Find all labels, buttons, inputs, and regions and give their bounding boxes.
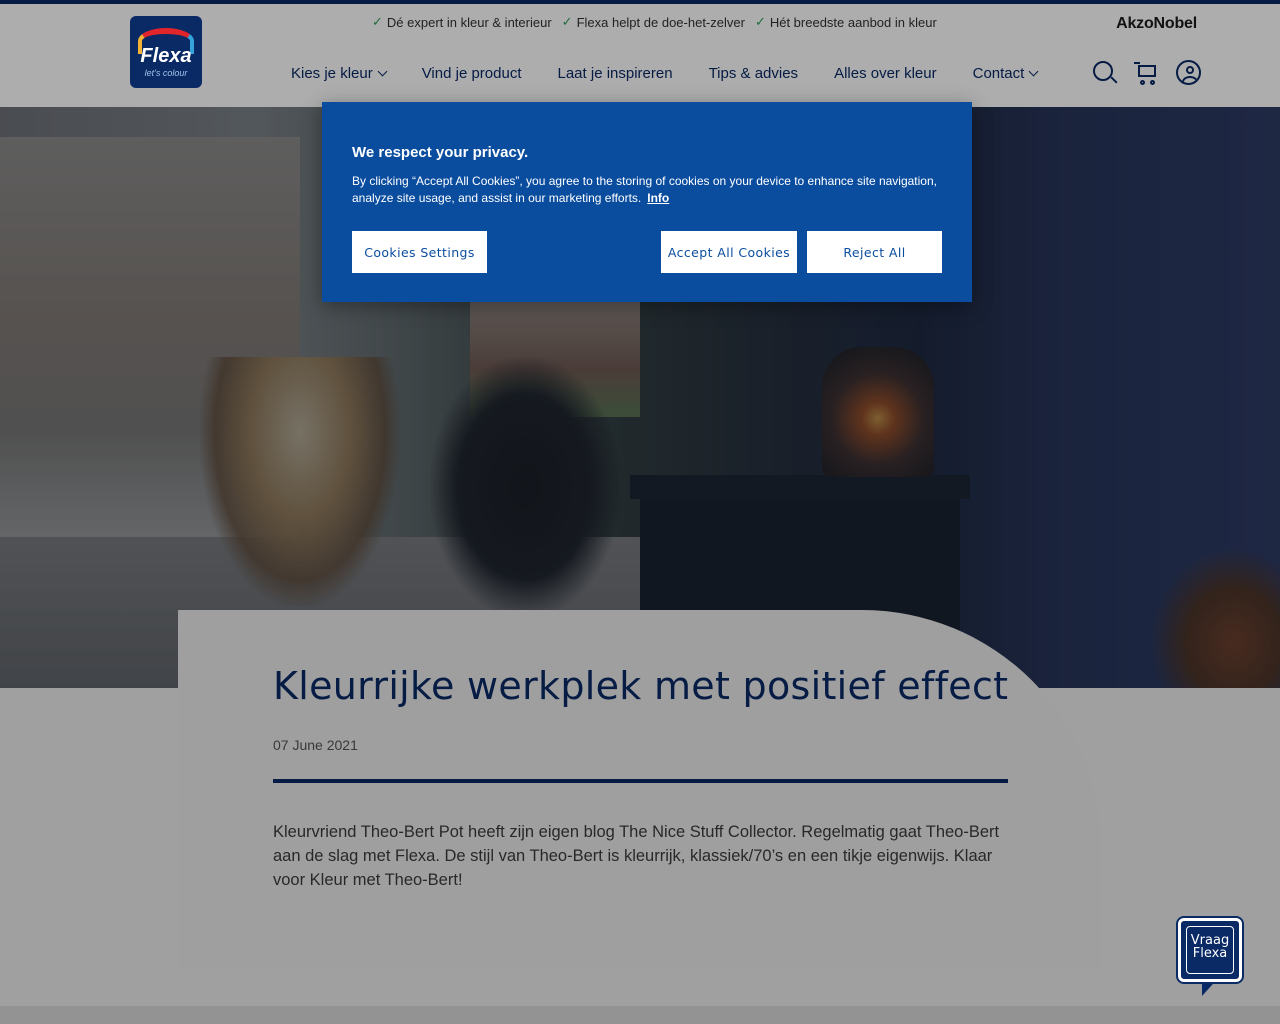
chat-label-line2: Flexa — [1192, 946, 1228, 961]
chevron-down-icon — [377, 66, 388, 77]
check-icon: ✓ — [754, 14, 766, 29]
cookie-consent-dialog: We respect your privacy. By clicking “Ac… — [322, 102, 972, 302]
usp-item: ✓ Hét breedste aanbod in kleur — [755, 14, 937, 30]
usp-item: ✓ Dé expert in kleur & interieur — [372, 14, 552, 30]
flexa-logo[interactable]: Flexa let's colour — [130, 16, 202, 88]
nav-label: Kies je kleur — [291, 65, 373, 82]
nav-label: Tips & advies — [708, 65, 799, 82]
nav-item-laat-je-inspireren[interactable]: Laat je inspireren — [558, 65, 673, 82]
article-title: Kleurrijke werkplek met positief effect — [273, 664, 1009, 708]
page-footer-strip — [0, 1006, 1280, 1024]
nav-label: Vind je product — [421, 65, 522, 82]
usp-text: Hét breedste aanbod in kleur — [769, 14, 937, 30]
article-date: 07 June 2021 — [273, 737, 358, 753]
logo-text: Flexa — [140, 44, 192, 67]
usp-item: ✓ Flexa helpt de doe-het-zelver — [562, 14, 745, 30]
check-icon: ✓ — [372, 14, 383, 29]
main-nav: Kies je kleur Vind je product Laat je in… — [291, 65, 1039, 82]
article-intro: Kleurvriend Theo-Bert Pot heeft zijn eig… — [273, 823, 1000, 889]
usp-list: ✓ Dé expert in kleur & interieur ✓ Flexa h… — [372, 14, 937, 30]
nav-label: Alles over kleur — [834, 65, 937, 82]
chat-label: Vraag Flexa — [1178, 934, 1242, 960]
nav-item-tips-advies[interactable]: Tips & advies — [709, 65, 798, 82]
check-icon: ✓ — [561, 14, 573, 29]
nav-item-kies-je-kleur[interactable]: Kies je kleur — [291, 65, 388, 82]
cart-icon[interactable] — [1134, 60, 1160, 86]
cookie-text: By clicking “Accept All Cookies”, you ag… — [352, 174, 937, 205]
nav-item-alles-over-kleur[interactable]: Alles over kleur — [834, 65, 937, 82]
divider — [273, 779, 1008, 783]
account-icon[interactable] — [1176, 60, 1202, 86]
nav-item-contact[interactable]: Contact — [972, 65, 1039, 82]
chevron-down-icon — [1028, 66, 1039, 77]
nav-label: Laat je inspireren — [557, 65, 673, 82]
usp-text: Dé expert in kleur & interieur — [386, 14, 552, 30]
reject-all-button[interactable]: Reject All — [807, 231, 942, 273]
usp-text: Flexa helpt de doe-het-zelver — [576, 14, 745, 30]
cookie-title: We respect your privacy. — [352, 144, 529, 161]
search-icon[interactable] — [1092, 60, 1118, 86]
vraag-flexa-chat-button[interactable]: Vraag Flexa — [1178, 918, 1242, 1000]
cookies-settings-button[interactable]: Cookies Settings — [352, 231, 487, 273]
cookie-description: By clicking “Accept All Cookies”, you ag… — [352, 173, 942, 207]
accept-all-cookies-button[interactable]: Accept All Cookies — [661, 231, 797, 273]
nav-label: Contact — [972, 65, 1025, 82]
logo-tagline: let's colour — [144, 67, 188, 78]
cookie-info-link[interactable]: Info — [647, 191, 669, 205]
header-icons — [1092, 60, 1202, 86]
nav-item-vind-je-product[interactable]: Vind je product — [422, 65, 522, 82]
akzonobel-logo[interactable]: AkzoNobel — [1116, 15, 1197, 33]
